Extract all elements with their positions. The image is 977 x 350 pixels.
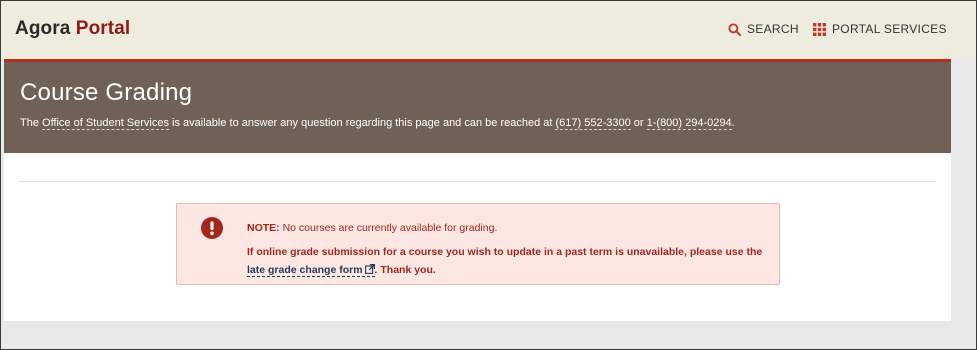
phone-link-tollfree[interactable]: 1-(800) 294-0294 <box>646 117 732 130</box>
banner-text-prefix: The <box>20 117 43 129</box>
alert-note-text: No courses are currently available for g… <box>279 222 498 234</box>
exclamation-circle-icon <box>201 217 223 239</box>
brand-name-second: Portal <box>75 18 131 39</box>
alert-instructions: If online grade submission for a course … <box>247 243 767 279</box>
main-content: NOTE: No courses are currently available… <box>4 153 951 321</box>
portal-services-label: PORTAL SERVICES <box>832 22 947 36</box>
banner-contact-text: The Office of Student Services is availa… <box>20 117 735 130</box>
search-label: SEARCH <box>747 22 799 36</box>
alert-instructions-end: . Thank you. <box>374 264 436 276</box>
external-link-icon <box>364 264 375 274</box>
page-title: Course Grading <box>20 79 193 106</box>
banner-text-end: . <box>731 117 735 129</box>
office-of-student-services-link[interactable]: Office of Student Services <box>42 117 169 130</box>
late-grade-change-form-link[interactable]: late grade change form <box>247 264 375 277</box>
grading-notice-alert: NOTE: No courses are currently available… <box>176 203 780 285</box>
phone-link-primary[interactable]: (617) 552-3300 <box>555 117 631 130</box>
banner-text-middle: is available to answer any question rega… <box>169 117 556 129</box>
banner-text-or: or <box>630 117 647 129</box>
alert-note-label: NOTE: <box>247 222 280 234</box>
late-grade-change-form-label: late grade change form <box>247 264 363 276</box>
alert-note-line: NOTE: No courses are currently available… <box>247 222 497 234</box>
alert-instructions-text: If online grade submission for a course … <box>247 246 763 258</box>
top-navigation-bar: Agora Portal SEARCH PORTAL SERVICES <box>1 1 976 59</box>
search-button[interactable]: SEARCH <box>728 22 799 36</box>
page-frame: Agora Portal SEARCH PORTAL SERVICES Cour… <box>0 0 977 350</box>
page-banner: Course Grading The Office of Student Ser… <box>4 59 951 153</box>
search-icon <box>728 22 741 36</box>
portal-logo[interactable]: Agora Portal <box>15 18 130 40</box>
brand-name-first: Agora <box>15 18 71 39</box>
portal-services-button[interactable]: PORTAL SERVICES <box>813 22 947 36</box>
content-divider <box>18 181 936 182</box>
grid-icon <box>813 22 826 36</box>
